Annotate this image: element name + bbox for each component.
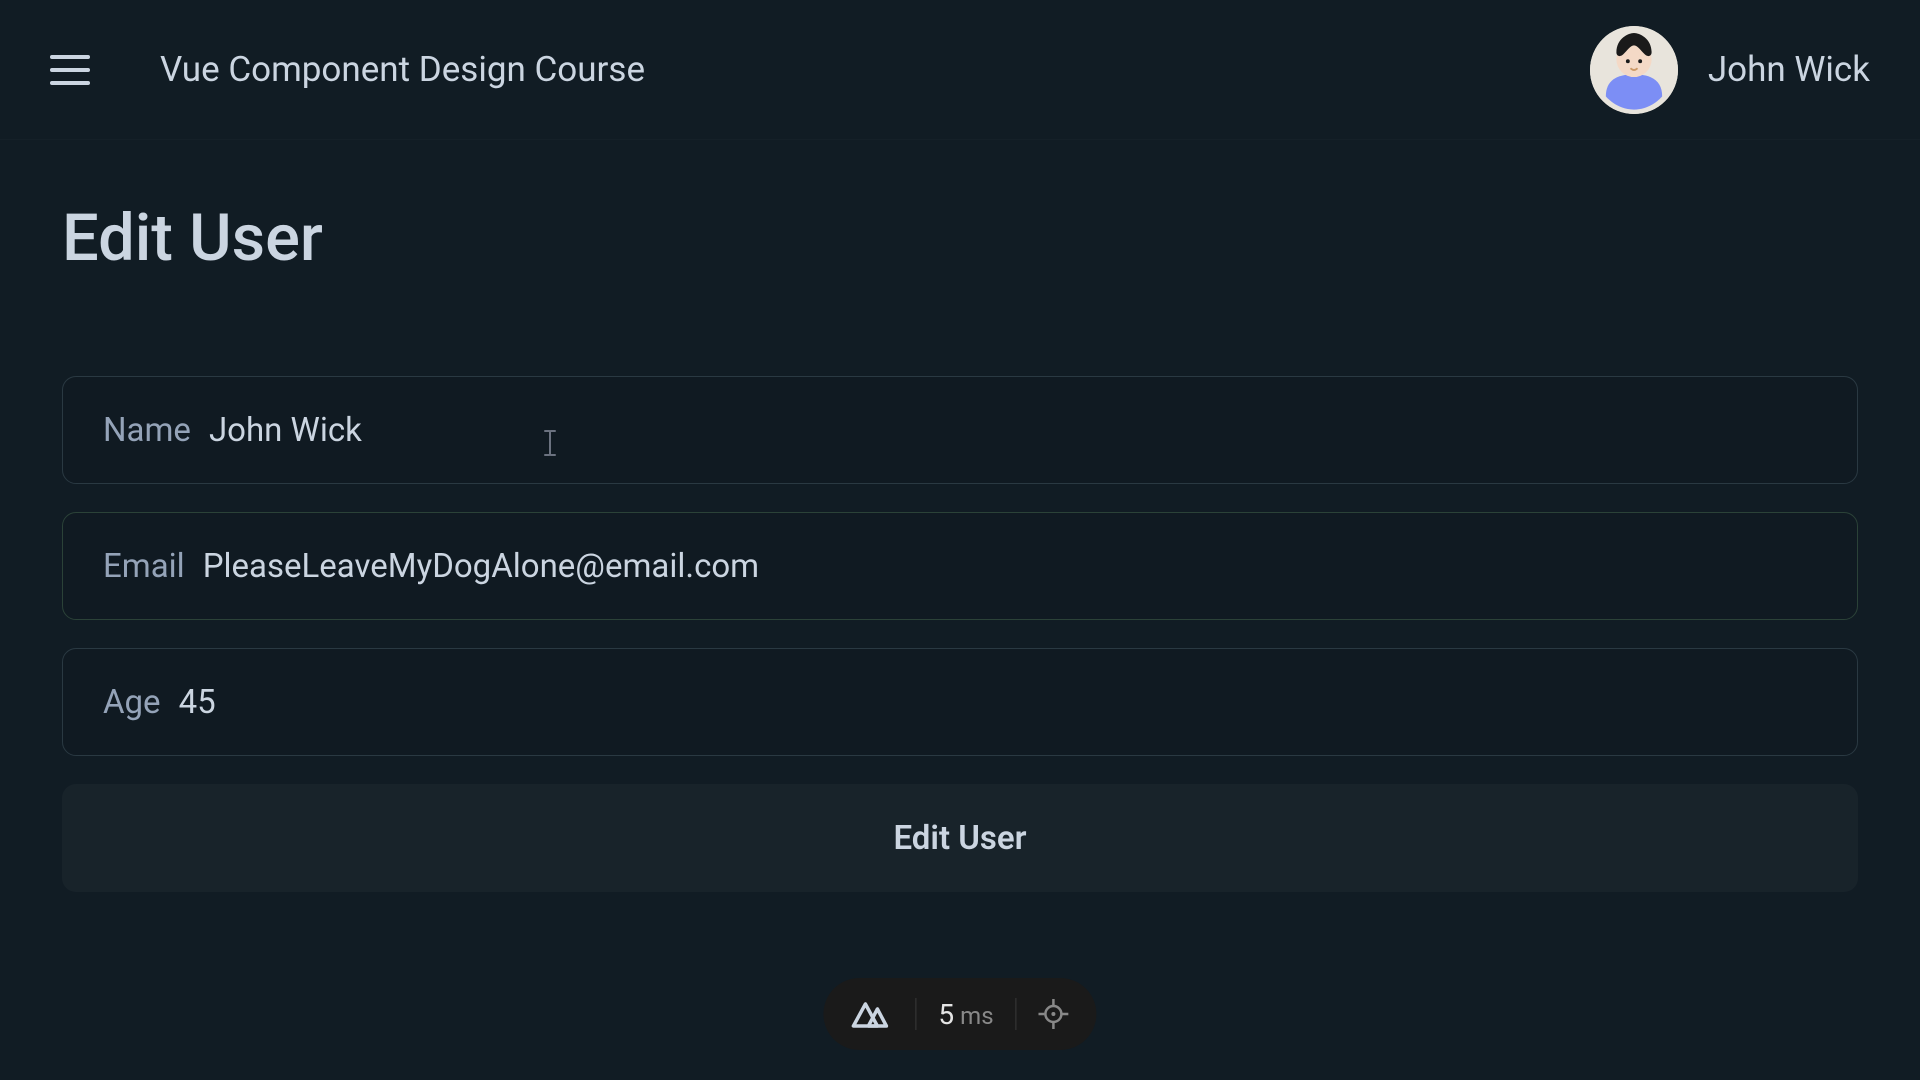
divider — [915, 998, 916, 1030]
age-field[interactable]: Age — [62, 648, 1858, 756]
header-username: John Wick — [1708, 49, 1870, 90]
app-title: Vue Component Design Course — [160, 49, 645, 90]
name-label: Name — [103, 411, 191, 450]
page-title: Edit User — [62, 200, 1858, 276]
nuxt-logo-icon — [851, 1000, 893, 1028]
timing-value: 5 — [938, 998, 954, 1031]
age-label: Age — [103, 683, 161, 722]
email-input[interactable] — [203, 547, 1817, 586]
divider — [1016, 998, 1017, 1030]
header-user-area: John Wick — [1590, 26, 1870, 114]
avatar[interactable] — [1590, 26, 1678, 114]
timing-unit: ms — [960, 1002, 993, 1030]
hamburger-menu-icon[interactable] — [50, 50, 90, 90]
email-field[interactable]: Email — [62, 512, 1858, 620]
age-input[interactable] — [179, 683, 1817, 722]
crosshair-icon[interactable] — [1039, 999, 1069, 1029]
app-header: Vue Component Design Course John Wick — [0, 0, 1920, 140]
main-content: Edit User Name Email Age Edit User — [0, 140, 1920, 892]
nuxt-devtools-pill[interactable]: 5 ms — [823, 978, 1096, 1050]
edit-user-button[interactable]: Edit User — [62, 784, 1858, 892]
devtools-timing: 5 ms — [938, 998, 993, 1031]
avatar-image-icon — [1590, 26, 1678, 114]
name-input[interactable] — [209, 411, 1817, 450]
name-field[interactable]: Name — [62, 376, 1858, 484]
email-label: Email — [103, 547, 185, 586]
